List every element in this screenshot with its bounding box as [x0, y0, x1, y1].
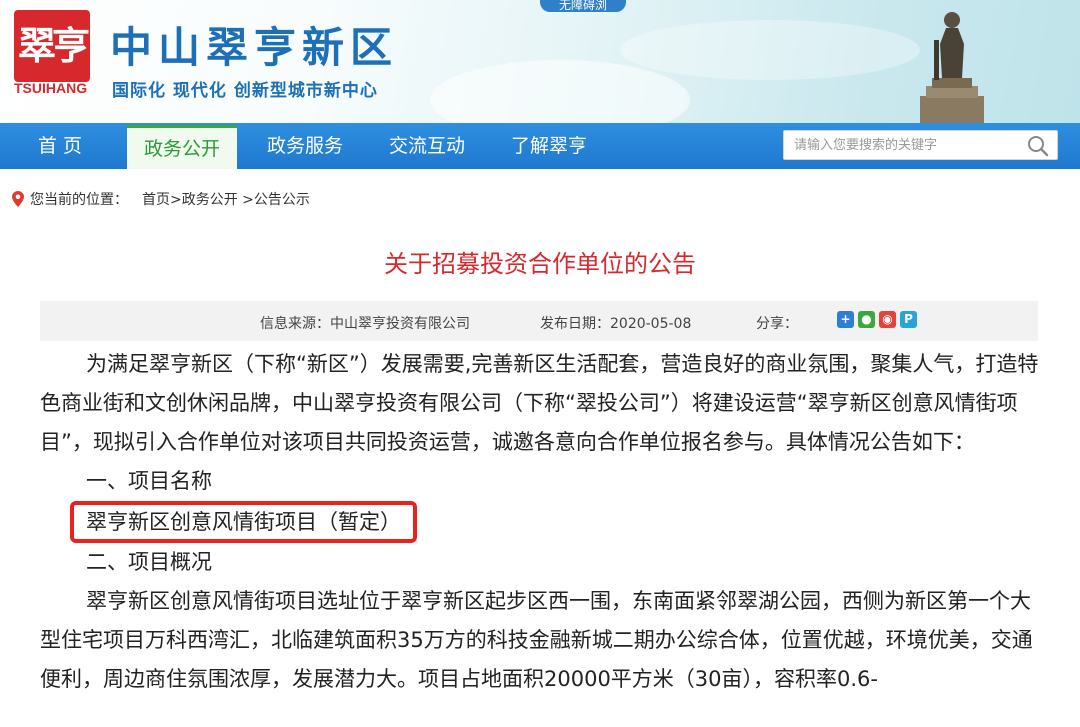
site-title: 中山翠亨新区 [110, 23, 399, 72]
logo-english-text: TSUIHANG [14, 80, 88, 96]
nav-item-home[interactable]: 首 页 [0, 123, 120, 169]
article-content: 为满足翠亨新区（下称“新区”）发展需要,完善新区生活配套，营造良好的商业氛围，聚… [40, 345, 1040, 699]
share-label: 分享： [756, 316, 798, 332]
search-icon[interactable] [1027, 135, 1049, 157]
nav-item-government-services[interactable]: 政务服务 [250, 123, 360, 169]
share-qzone-icon[interactable]: P [900, 311, 917, 328]
share-icons: + ● ◉ P [837, 311, 917, 328]
share-plus-icon[interactable]: + [837, 311, 854, 328]
site-header: 无障碍浏 翠亨 TSUIHANG 中山翠亨新区 国际化 现代化 创新型城市新中心 [0, 0, 1080, 123]
section-heading-2: 二、项目概况 [86, 550, 212, 574]
project-name-line: 翠亨新区创意风情街项目（暂定） [40, 501, 1040, 543]
search-box [783, 130, 1058, 160]
paragraph-overview: 翠亨新区创意风情街项目选址位于翠亨新区起步区西一围，东南面紧邻翠湖公园，西侧为新… [40, 589, 1033, 691]
cloud-decoration [430, 60, 690, 123]
location-pin-icon [12, 191, 24, 207]
article-meta-bar: 信息来源：中山翠亨投资有限公司 发布日期：2020-05-08 分享： + ● … [40, 301, 1038, 341]
article-source: 信息来源：中山翠亨投资有限公司 [260, 316, 470, 332]
paragraph-intro: 为满足翠亨新区（下称“新区”）发展需要,完善新区生活配套，营造良好的商业氛围，聚… [40, 352, 1039, 454]
breadcrumb-label: 您当前的位置： [30, 192, 128, 208]
share-weibo-icon[interactable]: ◉ [879, 311, 896, 328]
breadcrumb: 您当前的位置： 首页>政务公开 >公告公示 [12, 189, 310, 209]
accessibility-tab[interactable]: 无障碍浏 [540, 0, 626, 12]
section-heading-1: 一、项目名称 [86, 469, 212, 493]
cloud-decoration [620, 20, 920, 80]
project-name-highlight: 翠亨新区创意风情街项目（暂定） [70, 501, 417, 543]
site-logo[interactable]: 翠亨 [14, 10, 90, 82]
site-slogan: 国际化 现代化 创新型城市新中心 [112, 81, 378, 101]
nav-item-about[interactable]: 了解翠亨 [494, 123, 604, 169]
nav-item-interaction[interactable]: 交流互动 [372, 123, 482, 169]
search-input[interactable] [784, 131, 1014, 159]
breadcrumb-path[interactable]: 首页>政务公开 >公告公示 [142, 189, 310, 209]
article-title: 关于招募投资合作单位的公告 [384, 250, 696, 278]
nav-item-government-affairs[interactable]: 政务公开 [127, 125, 237, 169]
statue-image [920, 12, 984, 123]
article-date: 发布日期：2020-05-08 [540, 316, 692, 332]
share-wechat-icon[interactable]: ● [858, 311, 875, 328]
